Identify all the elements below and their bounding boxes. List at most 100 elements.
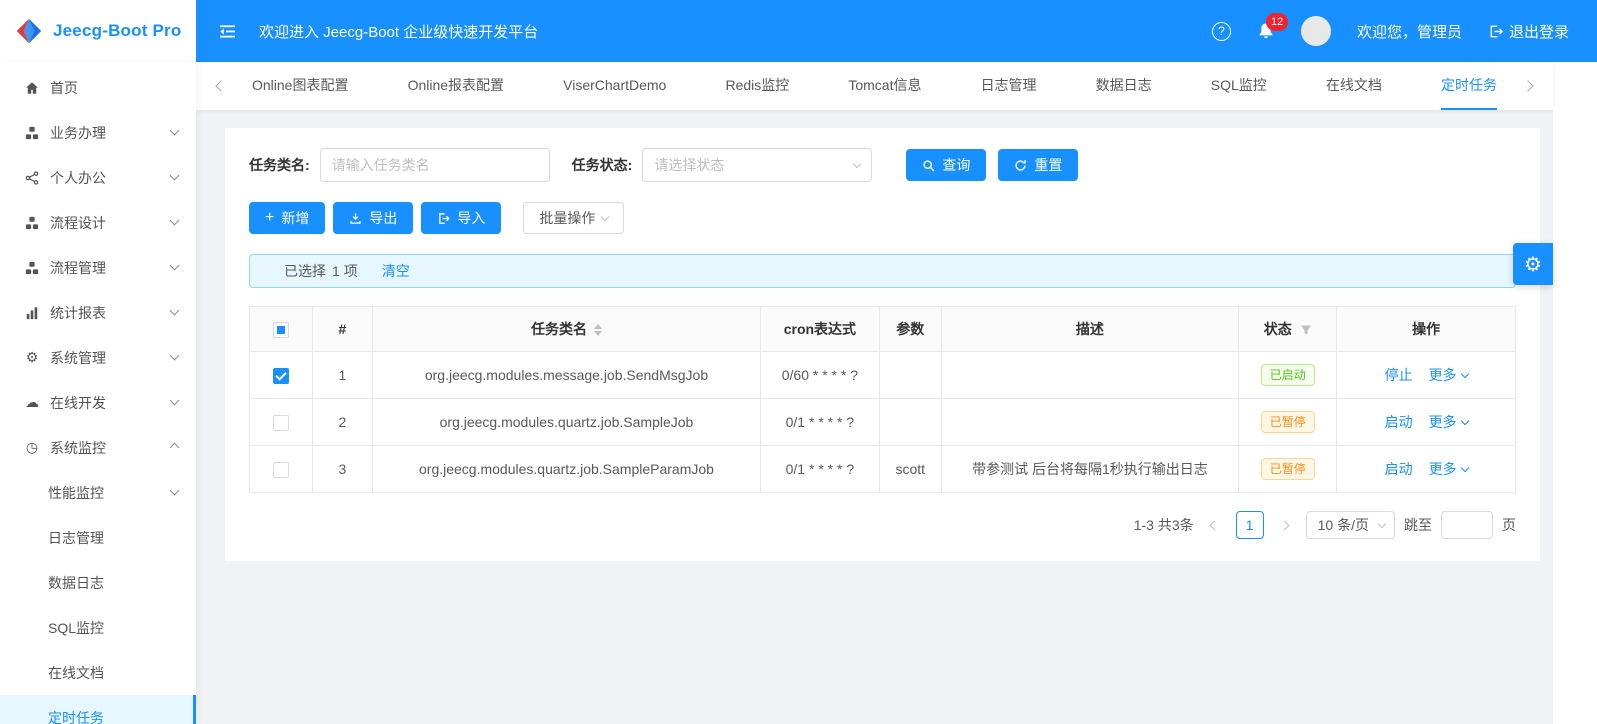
app-root: Jeecg-Boot Pro 欢迎进入 Jeecg-Boot 企业级快速开发平台… bbox=[0, 0, 1597, 724]
sidebar-subitem-scheduled-tasks[interactable]: 定时任务 bbox=[0, 695, 196, 724]
sidebar-item-label: 日志管理 bbox=[48, 529, 104, 546]
sidebar-item-process-design[interactable]: 流程设计 bbox=[0, 200, 196, 245]
status-badge: 已暂停 bbox=[1260, 411, 1315, 433]
sidebar-subitem-sql-monitor[interactable]: SQL监控 bbox=[0, 605, 196, 650]
more-dropdown[interactable]: 更多 bbox=[1429, 365, 1469, 385]
chevron-down-icon bbox=[169, 260, 180, 271]
sort-icon[interactable] bbox=[593, 324, 602, 337]
col-class-name[interactable]: 任务类名 bbox=[372, 306, 761, 352]
tab-online-chart-config[interactable]: Online图表配置 bbox=[252, 62, 348, 110]
pagination-total: 1-3 共3条 bbox=[1133, 517, 1194, 533]
tab-redis-monitor[interactable]: Redis监控 bbox=[725, 62, 789, 110]
jump-page-input[interactable] bbox=[1441, 511, 1493, 539]
tab-log-management[interactable]: 日志管理 bbox=[981, 62, 1037, 110]
more-dropdown[interactable]: 更多 bbox=[1428, 412, 1469, 432]
export-button-label: 导出 bbox=[369, 210, 398, 226]
col-action: 操作 bbox=[1336, 306, 1516, 352]
table-row: 2 org.jeecg.modules.quartz.job.SampleJob… bbox=[249, 398, 1516, 446]
gear-icon: ⚙ bbox=[1524, 253, 1542, 276]
tab-tomcat-info[interactable]: Tomcat信息 bbox=[848, 62, 921, 110]
chevron-left-icon bbox=[1209, 520, 1220, 530]
sidebar-item-process-management[interactable]: 流程管理 bbox=[0, 245, 196, 290]
chevron-left-icon bbox=[215, 80, 227, 92]
tab-online-docs[interactable]: 在线文档 bbox=[1326, 62, 1382, 110]
job-status-select[interactable]: 请选择状态 bbox=[642, 148, 873, 182]
page-unit-label: 页 bbox=[1502, 517, 1516, 533]
col-status-label: 状态 bbox=[1263, 321, 1292, 337]
status-filter-group: 任务状态: 请选择状态 bbox=[572, 148, 873, 182]
cell-desc: 带参测试 后台将每隔1秒执行输出日志 bbox=[940, 445, 1240, 493]
sidebar-item-home[interactable]: 首页 bbox=[0, 65, 196, 110]
row-checkbox[interactable] bbox=[272, 367, 289, 384]
select-all-checkbox[interactable] bbox=[272, 321, 289, 338]
sidebar-subitem-log-management[interactable]: 日志管理 bbox=[0, 515, 196, 560]
add-button[interactable]: + 新增 bbox=[249, 202, 326, 234]
search-button[interactable]: 查询 bbox=[906, 149, 987, 181]
job-class-input[interactable] bbox=[319, 148, 550, 182]
home-icon bbox=[24, 81, 40, 95]
selection-suffix: 项 bbox=[343, 263, 358, 279]
table-toolbar: + 新增 导出 导入 批量操作 bbox=[249, 202, 1516, 234]
tabs-scroll-left-button[interactable] bbox=[210, 62, 232, 110]
sidebar-item-statistics-report[interactable]: 统计报表 bbox=[0, 290, 196, 335]
job-stop-link[interactable]: 停止 bbox=[1385, 367, 1413, 383]
filter-icon[interactable] bbox=[1300, 324, 1312, 336]
cell-param: scott bbox=[878, 445, 942, 493]
batch-operation-button[interactable]: 批量操作 bbox=[523, 202, 625, 234]
sidebar-subitem-data-log[interactable]: 数据日志 bbox=[0, 560, 196, 605]
sidebar-item-label: SQL监控 bbox=[48, 619, 105, 636]
sidebar-item-personal-office[interactable]: 个人办公 bbox=[0, 155, 196, 200]
row-checkbox[interactable] bbox=[272, 461, 289, 478]
selection-prefix: 已选择 bbox=[284, 263, 326, 279]
reset-button[interactable]: 重置 bbox=[998, 149, 1079, 181]
cell-cron: 0/1 * * * * ? bbox=[759, 398, 880, 446]
sidebar-subitem-performance-monitor[interactable]: 性能监控 bbox=[0, 470, 196, 515]
tab-data-log[interactable]: 数据日志 bbox=[1096, 62, 1152, 110]
job-start-link[interactable]: 启动 bbox=[1385, 414, 1413, 430]
chevron-up-icon bbox=[169, 442, 180, 453]
tabs-scroll-right-button[interactable] bbox=[1517, 62, 1539, 110]
col-index-label: # bbox=[338, 321, 347, 337]
current-page-button[interactable]: 1 bbox=[1235, 511, 1264, 539]
pagination: 1-3 共3条 1 10 条/页 跳至 页 bbox=[249, 511, 1516, 539]
export-button[interactable]: 导出 bbox=[333, 202, 414, 234]
tab-sql-monitor[interactable]: SQL监控 bbox=[1211, 62, 1267, 110]
plus-icon: + bbox=[265, 209, 275, 226]
table-body: 1 org.jeecg.modules.message.job.SendMsgJ… bbox=[249, 351, 1516, 493]
notification-badge: 12 bbox=[1265, 13, 1289, 31]
more-dropdown[interactable]: 更多 bbox=[1429, 459, 1469, 479]
import-button[interactable]: 导入 bbox=[421, 202, 502, 234]
cluster-icon bbox=[24, 261, 40, 275]
chevron-down-icon bbox=[169, 305, 180, 316]
sidebar-item-system-management[interactable]: ⚙ 系统管理 bbox=[0, 335, 196, 380]
row-checkbox[interactable] bbox=[272, 414, 289, 431]
prev-page-button[interactable] bbox=[1203, 511, 1227, 539]
app-logo[interactable]: Jeecg-Boot Pro bbox=[0, 0, 196, 62]
clear-selection-link[interactable]: 清空 bbox=[382, 261, 410, 281]
tab-viser-chart-demo[interactable]: ViserChartDemo bbox=[563, 62, 666, 110]
chevron-down-icon bbox=[1460, 369, 1469, 379]
table-row: 1 org.jeecg.modules.message.job.SendMsgJ… bbox=[249, 351, 1516, 399]
scheduled-tasks-card: 任务类名: 任务状态: 请选择状态 查询 bbox=[225, 128, 1540, 561]
next-page-button[interactable] bbox=[1273, 511, 1297, 539]
col-status[interactable]: 状态 bbox=[1238, 306, 1338, 352]
theme-settings-button[interactable]: ⚙ bbox=[1513, 243, 1553, 285]
sidebar-subitem-online-docs[interactable]: 在线文档 bbox=[0, 650, 196, 695]
selection-count: 1 bbox=[332, 263, 340, 279]
page-size-select[interactable]: 10 条/页 bbox=[1305, 511, 1395, 539]
more-label: 更多 bbox=[1428, 414, 1457, 430]
avatar[interactable] bbox=[1300, 16, 1331, 46]
sidebar-item-business[interactable]: 业务办理 bbox=[0, 110, 196, 155]
logout-button[interactable]: 退出登录 bbox=[1488, 21, 1569, 42]
tab-online-report-config[interactable]: Online报表配置 bbox=[408, 62, 504, 110]
user-greeting[interactable]: 欢迎您，管理员 bbox=[1357, 21, 1462, 42]
notification-bell[interactable]: 12 bbox=[1257, 13, 1289, 40]
job-start-link[interactable]: 启动 bbox=[1385, 461, 1413, 477]
sort-asc-icon bbox=[593, 324, 602, 330]
sidebar-item-system-monitor[interactable]: ◷ 系统监控 bbox=[0, 425, 196, 470]
menu-fold-icon[interactable] bbox=[218, 22, 237, 41]
help-icon[interactable]: ? bbox=[1211, 21, 1231, 41]
add-button-label: 新增 bbox=[281, 210, 310, 226]
tab-scheduled-tasks[interactable]: 定时任务 bbox=[1440, 62, 1497, 110]
sidebar-item-online-dev[interactable]: ☁ 在线开发 bbox=[0, 380, 196, 425]
